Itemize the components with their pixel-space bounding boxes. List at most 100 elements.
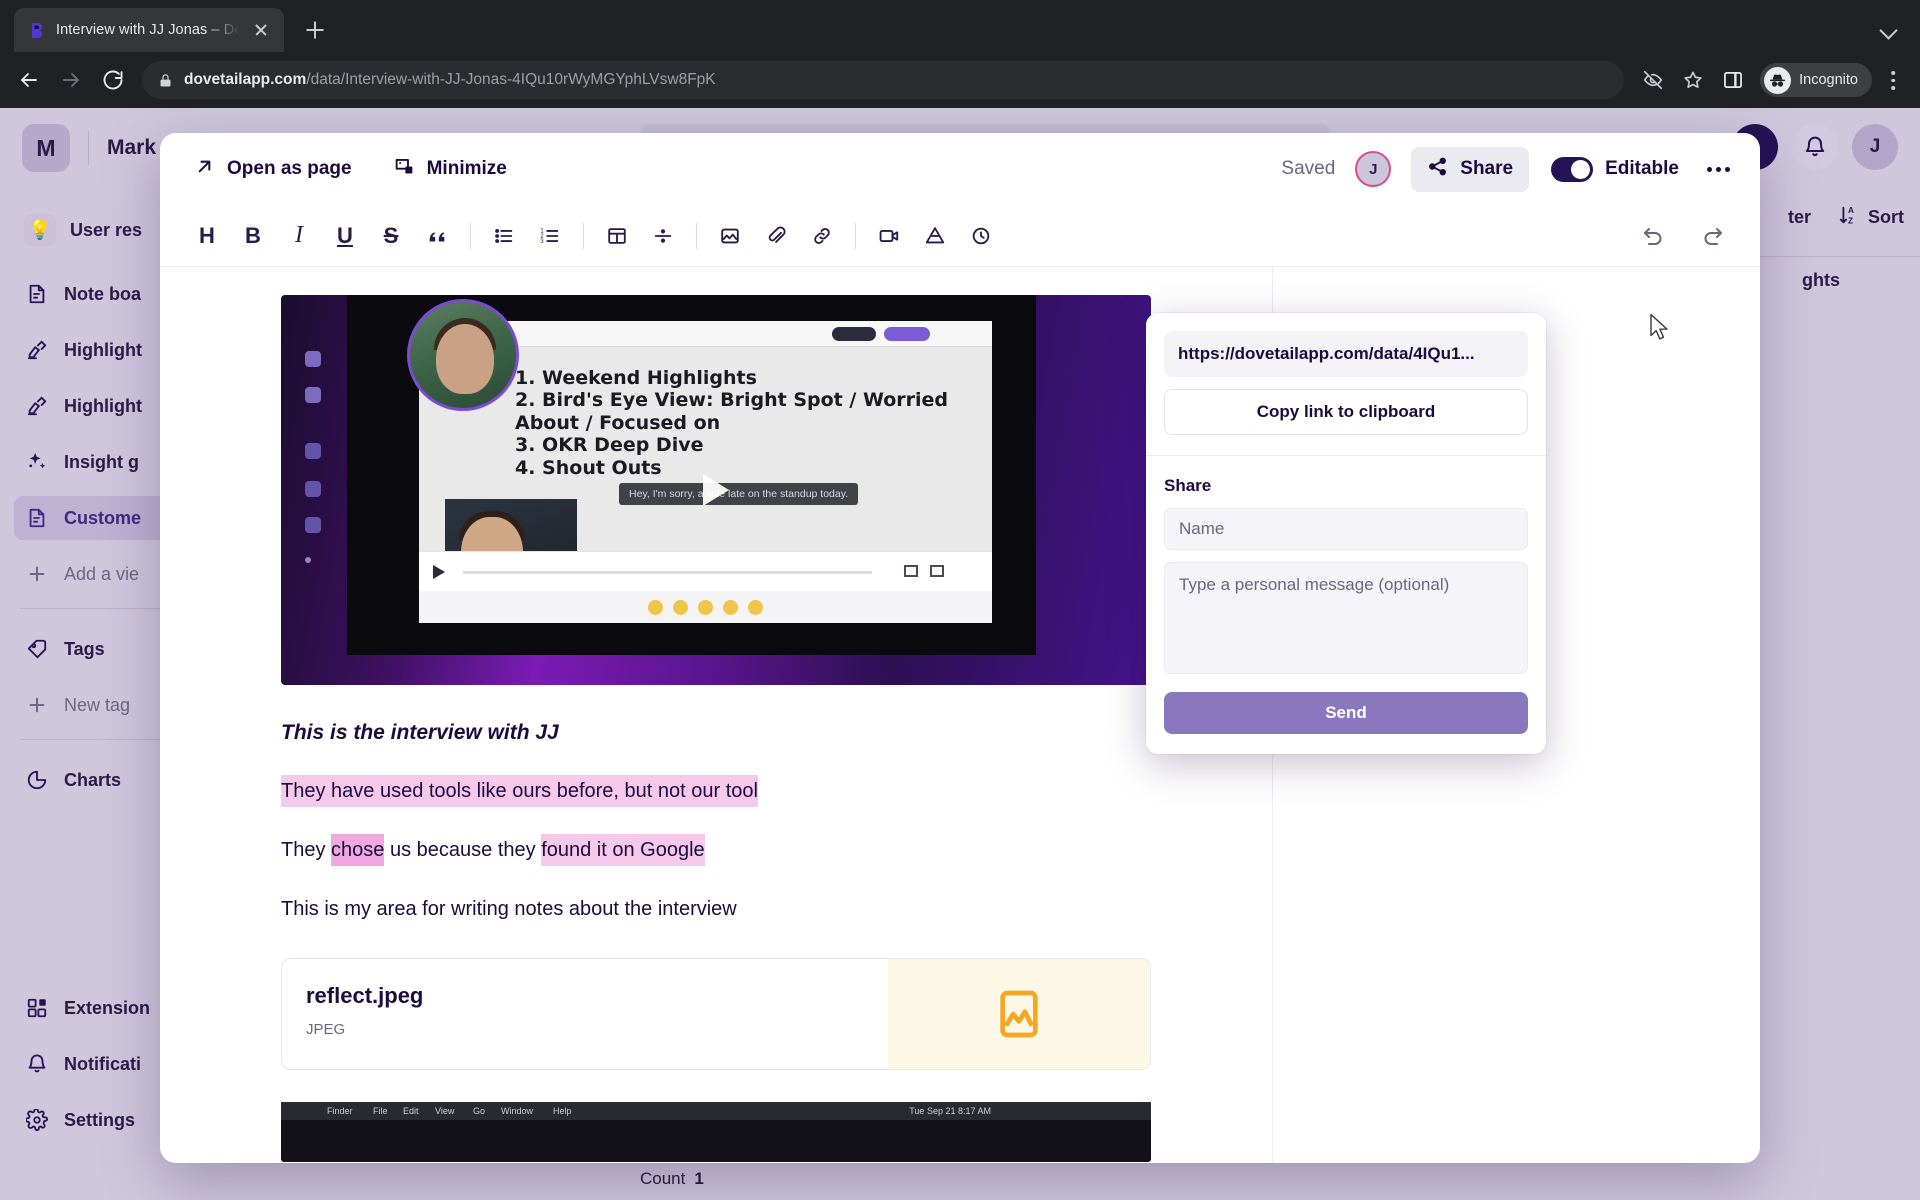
video-screen-controls xyxy=(419,551,992,591)
underline-button[interactable]: U xyxy=(322,214,368,258)
highlighted-text[interactable]: chose xyxy=(331,834,385,866)
attachment-button[interactable] xyxy=(753,214,799,258)
share-button[interactable]: Share xyxy=(1411,146,1530,192)
browser-tab[interactable]: Interview with JJ Jonas – Dovetail xyxy=(14,8,284,52)
header-divider xyxy=(88,131,89,165)
send-button[interactable]: Send xyxy=(1164,692,1528,734)
video-embed[interactable]: 1. Weekend Highlights 2. Bird's Eye View… xyxy=(281,295,1151,685)
editable-toggle[interactable]: Editable xyxy=(1551,156,1679,182)
browser-window: Interview with JJ Jonas – Dovetail dovet… xyxy=(0,0,1920,1200)
sidebar-item-label: Add a vie xyxy=(64,563,140,584)
reload-icon[interactable] xyxy=(94,61,132,99)
chart-pie-icon xyxy=(24,767,50,793)
minimize-icon xyxy=(394,156,415,183)
filter-button[interactable]: ter xyxy=(1788,207,1811,228)
video-caption: Hey, I'm sorry, a little late on the sta… xyxy=(619,483,859,505)
sort-button[interactable]: AZ Sort xyxy=(1837,204,1904,231)
notifications-button[interactable] xyxy=(1792,124,1838,170)
side-panel-icon[interactable] xyxy=(1714,61,1752,99)
video-play-button[interactable] xyxy=(703,474,729,506)
transcript-button[interactable] xyxy=(958,214,1004,258)
open-as-page-button[interactable]: Open as page xyxy=(184,148,362,191)
share-link-field[interactable]: https://dovetailapp.com/data/4IQu1... xyxy=(1164,331,1528,377)
status-bar: Count 1 xyxy=(340,1158,1920,1200)
avatar-face xyxy=(436,324,494,394)
saved-status: Saved xyxy=(1281,158,1336,179)
highlighted-text[interactable]: They have used tools like ours before, b… xyxy=(281,775,758,807)
link-button[interactable] xyxy=(799,214,845,258)
new-tab-button[interactable] xyxy=(296,11,334,49)
italic-button[interactable]: I xyxy=(276,214,322,258)
browser-menu-icon[interactable] xyxy=(1876,61,1910,99)
collaborator-avatar: J xyxy=(1355,151,1392,187)
sidebar-item-label: Insight g xyxy=(64,451,139,472)
bulleted-list-button[interactable] xyxy=(481,214,527,258)
more-options-icon[interactable] xyxy=(1701,159,1736,180)
minimize-button[interactable]: Minimize xyxy=(384,148,517,191)
note-icon xyxy=(24,505,50,531)
undo-button[interactable] xyxy=(1630,214,1676,258)
workspace-badge[interactable]: M xyxy=(22,124,70,172)
document-column: 1. Weekend Highlights 2. Bird's Eye View… xyxy=(160,267,1272,1163)
toolbar-divider xyxy=(855,222,856,249)
editable-label: Editable xyxy=(1605,158,1679,179)
video-frame: 1. Weekend Highlights 2. Bird's Eye View… xyxy=(347,295,1036,655)
workspace-name: Mark xyxy=(107,136,157,159)
highlighted-text[interactable]: found it on Google xyxy=(541,834,705,866)
open-as-page-label: Open as page xyxy=(227,158,352,179)
divider-button[interactable] xyxy=(640,214,686,258)
back-icon[interactable] xyxy=(10,61,48,99)
sidebar-item-label: Tags xyxy=(64,638,105,659)
url-host: dovetailapp.com xyxy=(184,71,307,88)
count-value: 1 xyxy=(694,1169,704,1188)
text-run: They xyxy=(281,839,332,861)
copy-link-button[interactable]: Copy link to clipboard xyxy=(1164,389,1528,435)
filter-label: ter xyxy=(1787,207,1811,227)
video-reactions-bar xyxy=(419,591,992,623)
toolbar-divider xyxy=(583,222,584,249)
share-message-textarea[interactable]: Type a personal message (optional) xyxy=(1164,562,1528,674)
toggle-switch[interactable] xyxy=(1551,156,1594,182)
bookmark-star-icon[interactable] xyxy=(1674,61,1712,99)
modal-header-actions: Saved J Share Editable xyxy=(1281,146,1736,192)
document-paragraph-2: They chose us because they found it on G… xyxy=(281,834,1151,866)
omnibar: dovetailapp.com/data/Interview-with-JJ-J… xyxy=(0,52,1920,108)
bold-button[interactable]: B xyxy=(230,214,276,258)
quote-button[interactable] xyxy=(414,214,460,258)
video-agenda-text: 1. Weekend Highlights 2. Bird's Eye View… xyxy=(515,367,949,479)
forward-icon[interactable] xyxy=(52,61,90,99)
table-button[interactable] xyxy=(594,214,640,258)
address-bar[interactable]: dovetailapp.com/data/Interview-with-JJ-J… xyxy=(142,61,1625,99)
sort-label: Sort xyxy=(1868,207,1904,227)
share-icon xyxy=(1427,156,1448,183)
share-label: Share xyxy=(1460,158,1514,179)
redo-button[interactable] xyxy=(1690,214,1736,258)
sidebar-item-label: Highlight xyxy=(64,339,142,360)
file-attachment-card[interactable]: reflect.jpeg JPEG xyxy=(281,958,1151,1070)
strikethrough-button[interactable]: S xyxy=(368,214,414,258)
note-icon xyxy=(24,281,50,307)
screenshot-embed[interactable]: Finder File Edit View Go Window Help Tue Sep 2… xyxy=(281,1102,1151,1162)
drive-button[interactable] xyxy=(912,214,958,258)
tab-search-icon[interactable] xyxy=(1872,12,1906,46)
document-heading: This is the interview with JJ xyxy=(281,721,559,744)
close-icon[interactable] xyxy=(250,19,272,41)
sidebar-project-label: User res xyxy=(70,219,143,240)
incognito-profile-button[interactable]: Incognito xyxy=(1760,63,1872,97)
incognito-icon xyxy=(1764,66,1792,94)
video-button[interactable] xyxy=(866,214,912,258)
hide-password-icon[interactable] xyxy=(1634,61,1672,99)
share-name-input[interactable]: Name xyxy=(1164,508,1528,550)
url-text: dovetailapp.com/data/Interview-with-JJ-J… xyxy=(184,71,716,89)
heading-button[interactable]: H xyxy=(184,214,230,258)
avatar[interactable]: J xyxy=(1852,124,1898,170)
tab-strip: Interview with JJ Jonas – Dovetail xyxy=(0,0,1920,52)
sidebar-item-label: Settings xyxy=(64,1109,136,1130)
numbered-list-button[interactable]: 123 xyxy=(527,214,573,258)
video-share-pill xyxy=(884,327,930,341)
play-icon xyxy=(433,565,445,579)
document-content: 1. Weekend Highlights 2. Bird's Eye View… xyxy=(281,295,1151,1162)
lock-icon xyxy=(158,73,173,88)
image-button[interactable] xyxy=(707,214,753,258)
dovetail-logo-icon xyxy=(26,20,46,40)
